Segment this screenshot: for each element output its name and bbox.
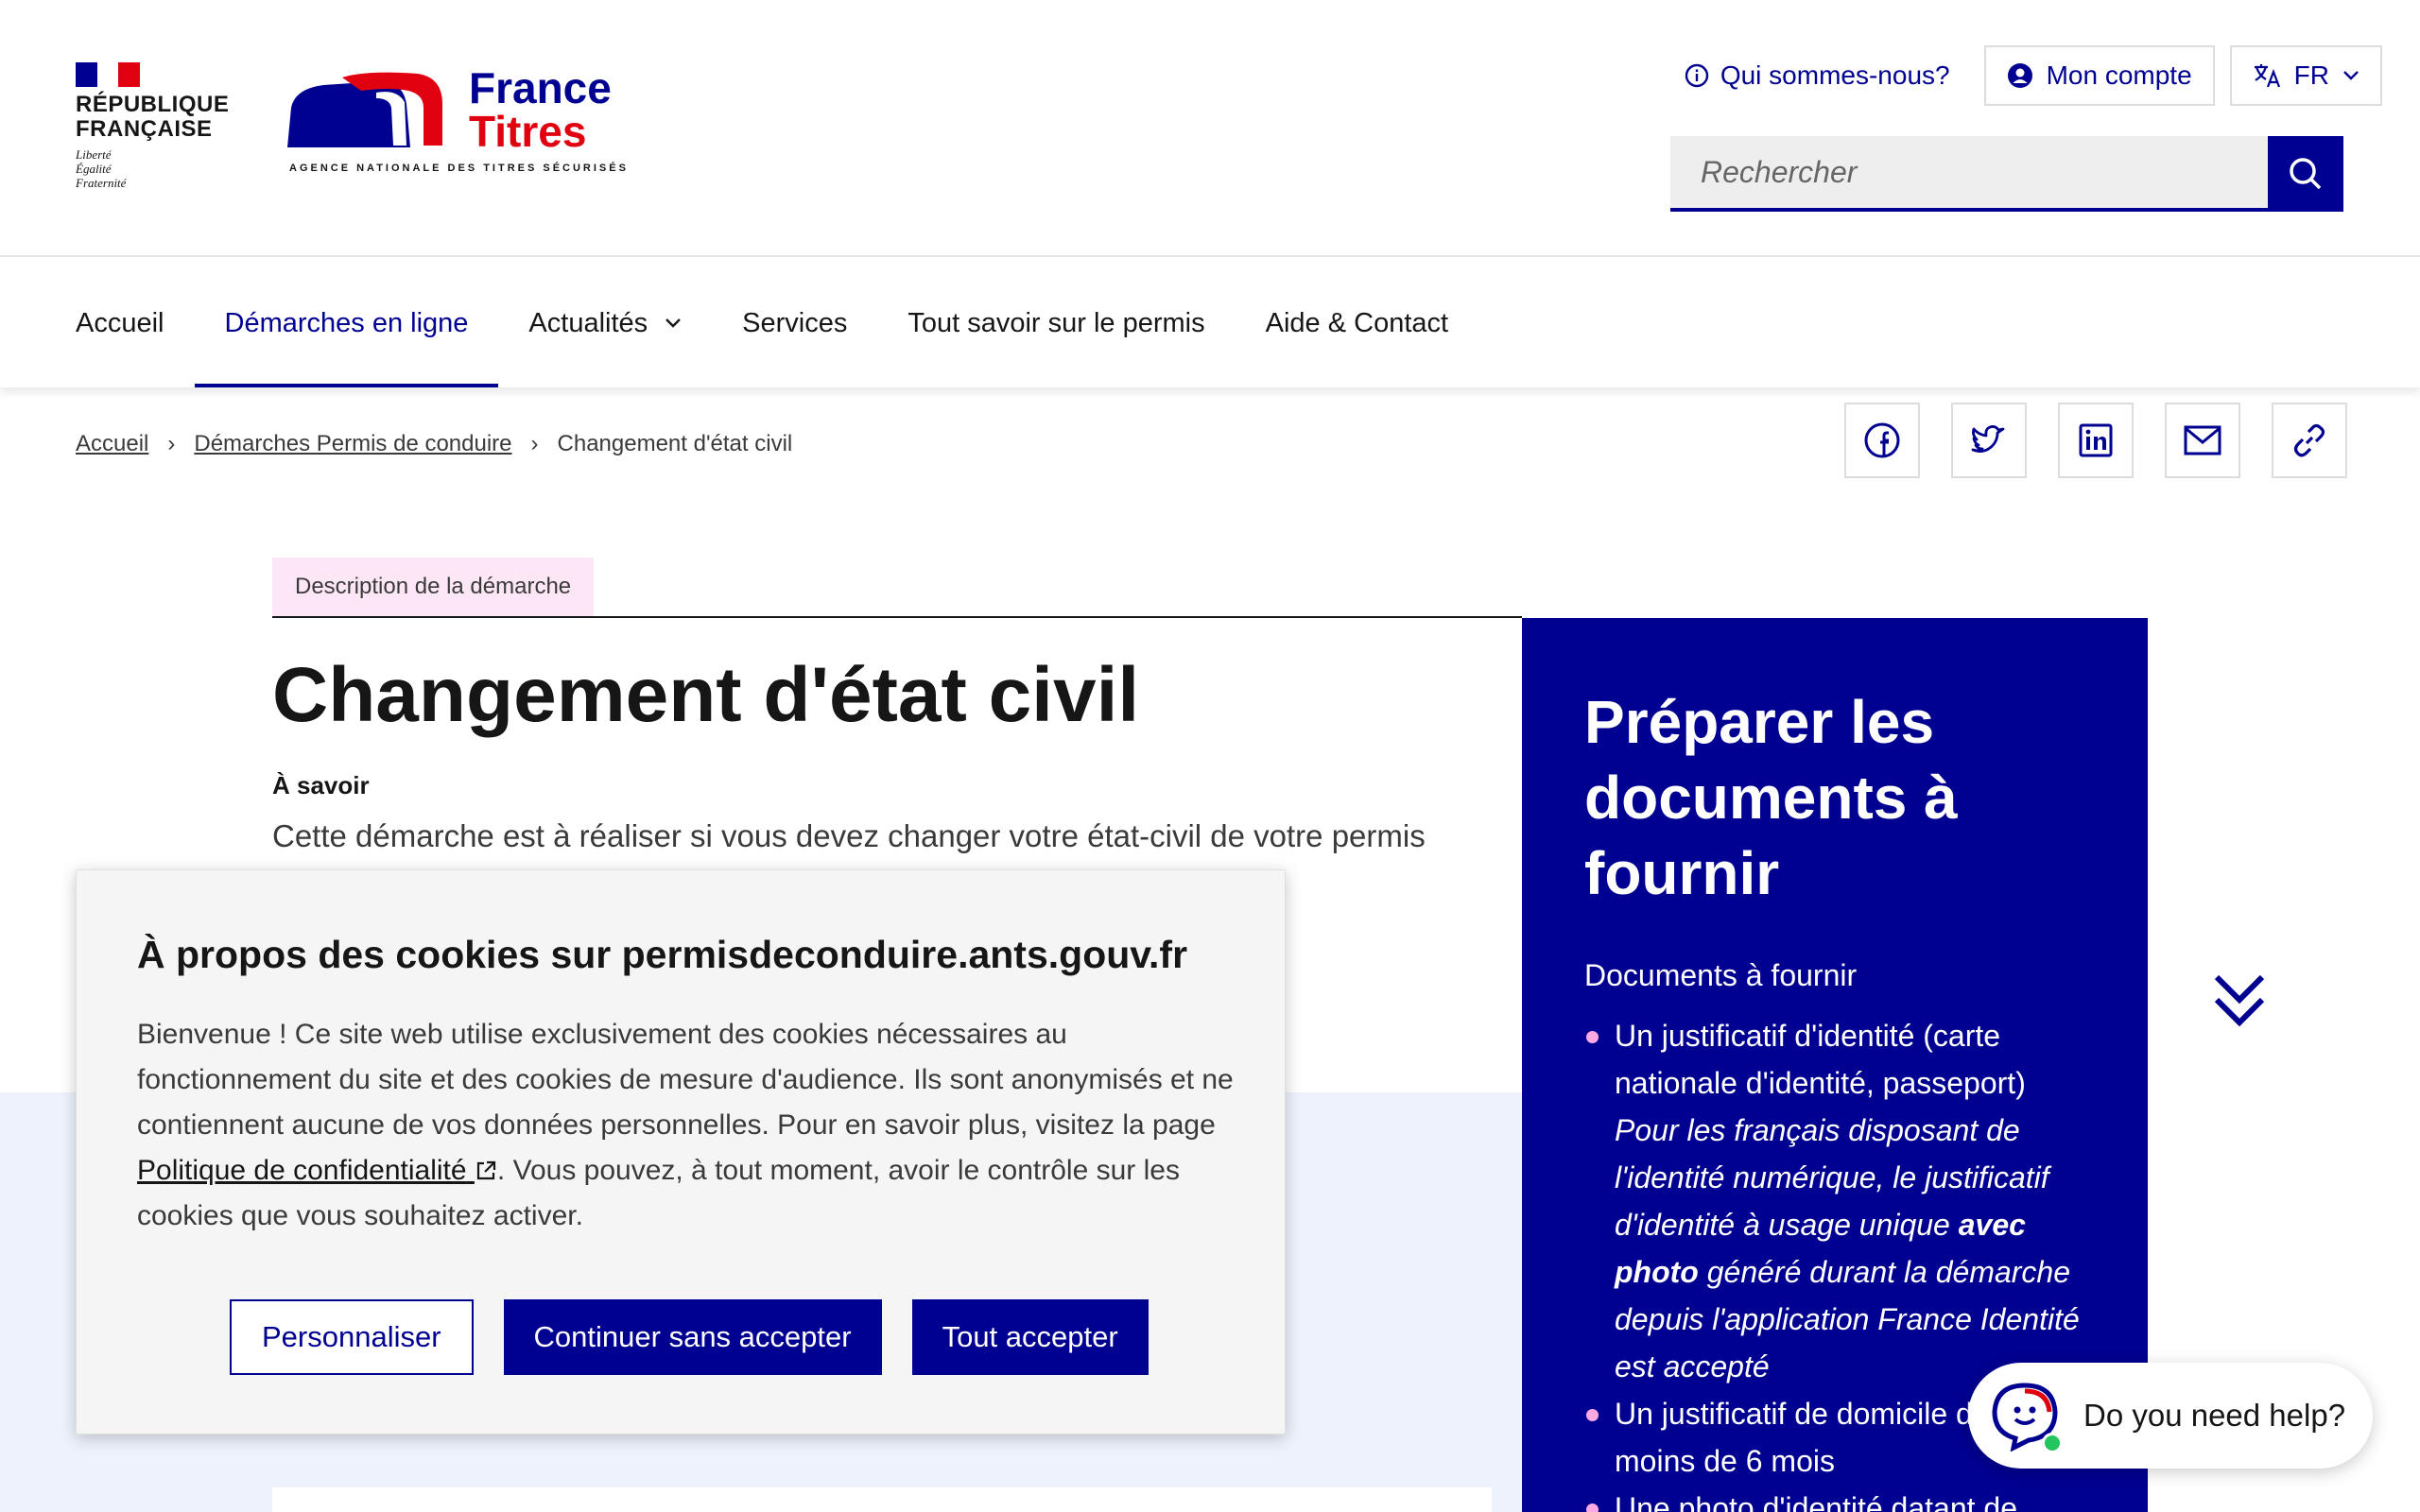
chevron-down-icon: [2343, 71, 2359, 80]
language-selector[interactable]: FR: [2229, 45, 2382, 106]
translate-icon: [2254, 64, 2280, 88]
sidebar-subtitle: Documents à fournir: [1584, 958, 1858, 992]
document-identity-note: Pour les français disposant de l'identit…: [1615, 1107, 2091, 1390]
france-titres-name: France Titres: [469, 66, 612, 153]
chevron-right-icon: ›: [167, 431, 176, 456]
accept-all-button[interactable]: Tout accepter: [911, 1299, 1149, 1375]
good-to-know-label: À savoir: [272, 771, 370, 799]
good-to-know-text: Cette démarche est à réaliser si vous de…: [272, 818, 1426, 853]
content-card: [272, 1487, 1492, 1512]
nav-label: Accueil: [76, 307, 164, 338]
list-item: Un justificatif d'identité (carte nation…: [1584, 1012, 2091, 1390]
motto-liberte: Liberté: [76, 147, 112, 162]
external-link-icon: [476, 1160, 496, 1180]
nav-item-aide[interactable]: Aide & Contact: [1236, 259, 1478, 387]
sidebar-title-line2: documents à: [1584, 764, 1958, 832]
about-label: Qui sommes-nous?: [1720, 60, 1950, 90]
brand-subtitle: AGENCE NATIONALE DES TITRES SÉCURISÉS: [289, 163, 629, 174]
brand-line2: Titres: [469, 107, 587, 156]
france-titres-logo[interactable]: France Titres AGENCE NATIONALE DES TITRE…: [284, 66, 626, 180]
search-bar: [1670, 136, 2343, 212]
info-icon: [1685, 63, 1709, 88]
chat-avatar: [1989, 1380, 2063, 1453]
header-tools: Qui sommes-nous? Mon compte FR: [1666, 45, 2382, 106]
nav-label: Actualités: [528, 307, 648, 338]
search-icon: [2290, 158, 2322, 190]
motto-egalite: Égalité: [76, 162, 112, 176]
language-label: FR: [2293, 60, 2329, 90]
nav-item-demarches[interactable]: Démarches en ligne: [194, 259, 499, 387]
chevron-down-icon: [666, 318, 682, 328]
cookie-consent-dialog: À propos des cookies sur permisdeconduir…: [76, 869, 1286, 1435]
share-buttons: [1844, 403, 2347, 478]
about-link[interactable]: Qui sommes-nous?: [1666, 45, 1969, 106]
linkedin-icon: [2079, 423, 2113, 457]
search-button[interactable]: [2268, 136, 2343, 212]
chat-widget[interactable]: Do you need help?: [1968, 1363, 2373, 1469]
french-flag-icon: [76, 62, 141, 87]
search-input[interactable]: [1670, 136, 2268, 212]
site-header: RÉPUBLIQUE FRANÇAISE Liberté Égalité Fra…: [0, 0, 2420, 257]
document-identity: Un justificatif d'identité (carte nation…: [1615, 1019, 2026, 1100]
share-mail-button[interactable]: [2165, 403, 2240, 478]
title-divider: [272, 616, 1522, 618]
privacy-policy-link[interactable]: Politique de confidentialité: [137, 1155, 497, 1186]
sidebar-title-line1: Préparer les: [1584, 688, 1935, 756]
nav-item-accueil[interactable]: Accueil: [45, 259, 195, 387]
cookie-actions: Personnaliser Continuer sans accepter To…: [230, 1299, 1149, 1375]
copy-link-button[interactable]: [2272, 403, 2347, 478]
link-icon: [2293, 423, 2325, 457]
main-navigation: Accueil Démarches en ligne Actualités Se…: [0, 259, 2420, 387]
sidebar-title-line3: fournir: [1584, 839, 1780, 907]
share-twitter-button[interactable]: [1951, 403, 2027, 478]
continue-without-accepting-button[interactable]: Continuer sans accepter: [503, 1299, 882, 1375]
breadcrumb-current: Changement d'état civil: [557, 431, 793, 456]
twitter-icon: [1971, 425, 2005, 453]
facebook-icon: [1864, 422, 1900, 458]
brand-line1: France: [469, 63, 612, 112]
account-label: Mon compte: [2046, 60, 2192, 90]
nav-label: Tout savoir sur le permis: [908, 307, 1205, 338]
breadcrumb: Accueil › Démarches Permis de conduire ›…: [76, 431, 792, 457]
republique-title-line2: FRANÇAISE: [76, 116, 213, 142]
sidebar-title: Préparer les documents à fournir: [1584, 684, 2091, 911]
share-linkedin-button[interactable]: [2058, 403, 2134, 478]
account-button[interactable]: Mon compte: [1983, 45, 2215, 106]
cookie-description: Bienvenue ! Ce site web utilise exclusiv…: [137, 1012, 1243, 1239]
share-facebook-button[interactable]: [1844, 403, 1920, 478]
page-title: Changement d'état civil: [272, 652, 1140, 738]
chat-prompt: Do you need help?: [2083, 1398, 2346, 1433]
nav-item-services[interactable]: Services: [712, 259, 877, 387]
motto-fraternite: Fraternité: [76, 176, 127, 190]
breadcrumb-home-link[interactable]: Accueil: [76, 431, 148, 457]
customize-button[interactable]: Personnaliser: [230, 1299, 474, 1375]
republique-motto: Liberté Égalité Fraternité: [76, 147, 227, 190]
list-item: Une photo d'identité datant de: [1584, 1485, 2091, 1512]
chevron-right-icon: ›: [530, 431, 539, 456]
france-titres-mark-icon: [287, 72, 442, 147]
user-icon: [2007, 63, 2032, 88]
section-tag: Description de la démarche: [272, 558, 595, 616]
online-status-indicator: [2042, 1433, 2063, 1453]
republique-francaise-logo[interactable]: RÉPUBLIQUE FRANÇAISE Liberté Égalité Fra…: [76, 62, 230, 190]
mail-icon: [2184, 425, 2221, 455]
nav-label: Aide & Contact: [1265, 307, 1449, 338]
cookie-title: À propos des cookies sur permisdeconduir…: [137, 933, 1188, 976]
nav-item-actualites[interactable]: Actualités: [498, 259, 712, 387]
republique-title-line1: RÉPUBLIQUE: [76, 92, 230, 117]
double-chevron-down-icon: [2214, 974, 2265, 1027]
nav-item-permis[interactable]: Tout savoir sur le permis: [877, 259, 1235, 387]
nav-label: Services: [742, 307, 848, 338]
breadcrumb-demarches-link[interactable]: Démarches Permis de conduire: [194, 431, 511, 457]
cookie-text: Bienvenue ! Ce site web utilise exclusiv…: [137, 1019, 1234, 1141]
nav-label: Démarches en ligne: [224, 307, 469, 338]
privacy-link-label: Politique de confidentialité: [137, 1155, 467, 1186]
scroll-down-button[interactable]: [2213, 973, 2266, 1033]
